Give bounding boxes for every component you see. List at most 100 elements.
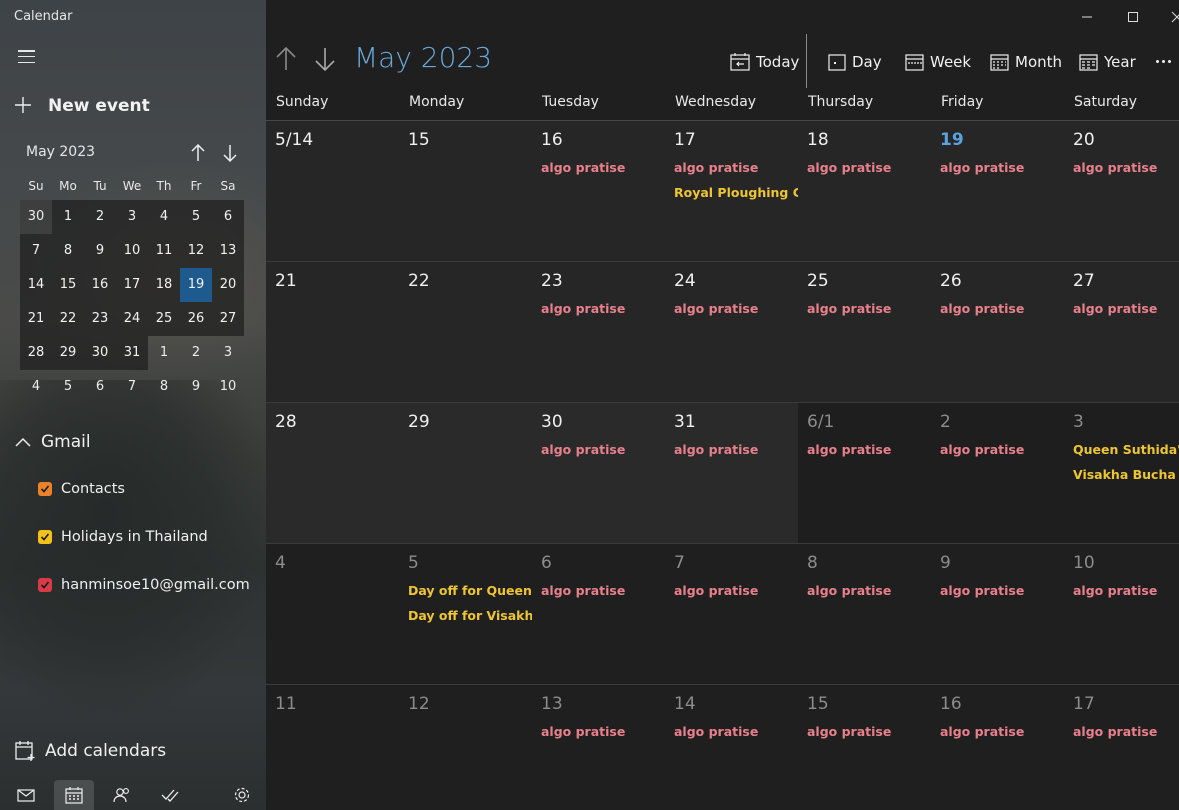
mini-calendar-day[interactable]: 16 (84, 268, 116, 302)
people-icon[interactable] (102, 780, 142, 810)
settings-gear-icon[interactable] (222, 780, 262, 810)
event-item[interactable]: algo pratise (940, 301, 1024, 316)
day-cell[interactable]: 18 algo pratise (798, 121, 931, 261)
mini-calendar-day[interactable]: 30 (20, 200, 52, 234)
mini-calendar-day[interactable]: 5 (180, 200, 212, 234)
day-cell[interactable]: 5/14 (266, 121, 399, 261)
day-cell[interactable]: 21 (266, 262, 399, 402)
mini-calendar-day[interactable]: 24 (116, 302, 148, 336)
calendar-toggle[interactable]: Contacts (38, 481, 125, 497)
day-cell[interactable]: 28 (266, 403, 399, 543)
mini-calendar-day[interactable]: 30 (84, 336, 116, 370)
mini-calendar-day[interactable]: 3 (116, 200, 148, 234)
day-cell[interactable]: 27 algo pratise (1064, 262, 1179, 402)
day-cell[interactable]: 10 algo pratise (1064, 544, 1179, 684)
day-cell[interactable]: 24 algo pratise (665, 262, 798, 402)
calendar-toggle[interactable]: Holidays in Thailand (38, 529, 208, 545)
day-cell[interactable]: 17 algo pratise Royal Ploughing Ce (665, 121, 798, 261)
mini-calendar-day[interactable]: 12 (180, 234, 212, 268)
event-item[interactable]: algo pratise (674, 583, 758, 598)
day-cell[interactable]: 16 algo pratise (532, 121, 665, 261)
mini-next-month-arrow-down-icon[interactable] (220, 142, 240, 164)
event-item[interactable]: algo pratise (1073, 583, 1157, 598)
mini-calendar-day[interactable]: 8 (52, 234, 84, 268)
day-cell[interactable]: 8 algo pratise (798, 544, 931, 684)
mini-prev-month-arrow-up-icon[interactable] (188, 142, 208, 164)
day-cell[interactable]: 23 algo pratise (532, 262, 665, 402)
more-options-icon[interactable] (1152, 52, 1174, 70)
mini-calendar-day[interactable]: 27 (212, 302, 244, 336)
day-cell[interactable]: 20 algo pratise (1064, 121, 1179, 261)
day-cell[interactable]: 7 algo pratise (665, 544, 798, 684)
event-item[interactable]: algo pratise (940, 160, 1024, 175)
day-cell[interactable]: 16 algo pratise (931, 685, 1064, 810)
event-item[interactable]: Day off for Queen S (408, 583, 532, 598)
mini-calendar-day[interactable]: 6 (212, 200, 244, 234)
day-cell[interactable]: 30 algo pratise (532, 403, 665, 543)
calendar-toggle[interactable]: hanminsoe10@gmail.com (38, 577, 250, 593)
month-view-button[interactable]: Month (990, 51, 1062, 73)
mini-calendar-day[interactable]: 19 (180, 268, 212, 302)
new-event-button[interactable]: New event (14, 92, 150, 120)
day-cell[interactable]: 29 (399, 403, 532, 543)
week-view-button[interactable]: Week (905, 51, 971, 73)
today-button[interactable]: Today (730, 51, 799, 73)
mini-calendar-day[interactable]: 11 (148, 234, 180, 268)
mini-calendar-day[interactable]: 9 (84, 234, 116, 268)
event-item[interactable]: Day off for Visakha (408, 608, 532, 623)
day-cell[interactable]: 25 algo pratise (798, 262, 931, 402)
event-item[interactable]: algo pratise (674, 724, 758, 739)
close-icon[interactable] (1166, 8, 1179, 26)
year-view-button[interactable]: Year (1079, 51, 1136, 73)
checkbox-checked-icon[interactable] (38, 530, 52, 544)
month-title[interactable]: May 2023 (354, 41, 492, 74)
hamburger-menu-icon[interactable] (18, 50, 35, 64)
calendar-app-icon[interactable] (54, 780, 94, 810)
mini-calendar-day[interactable]: 20 (212, 268, 244, 302)
mini-calendar-day[interactable]: 23 (84, 302, 116, 336)
event-item[interactable]: algo pratise (940, 583, 1024, 598)
gmail-group-toggle[interactable]: Gmail (14, 432, 91, 452)
mini-calendar-title[interactable]: May 2023 (26, 144, 95, 160)
mini-calendar-day[interactable]: 2 (84, 200, 116, 234)
mini-calendar-day[interactable]: 7 (20, 234, 52, 268)
event-item[interactable]: algo pratise (807, 583, 891, 598)
mini-calendar-day[interactable]: 4 (20, 370, 52, 404)
event-item[interactable]: algo pratise (674, 442, 758, 457)
mini-calendar-day[interactable]: 1 (148, 336, 180, 370)
mini-calendar-day[interactable]: 8 (148, 370, 180, 404)
day-cell[interactable]: 6/1 algo pratise (798, 403, 931, 543)
day-cell[interactable]: 31 algo pratise (665, 403, 798, 543)
day-cell[interactable]: 14 algo pratise (665, 685, 798, 810)
minimize-icon[interactable] (1076, 8, 1098, 26)
mini-calendar-day[interactable]: 17 (116, 268, 148, 302)
day-cell[interactable]: 6 algo pratise (532, 544, 665, 684)
mini-calendar-day[interactable]: 9 (180, 370, 212, 404)
mini-calendar-day[interactable]: 26 (180, 302, 212, 336)
event-item[interactable]: algo pratise (541, 160, 625, 175)
event-item[interactable]: algo pratise (807, 301, 891, 316)
event-item[interactable]: algo pratise (940, 442, 1024, 457)
todo-check-icon[interactable] (150, 780, 190, 810)
day-cell[interactable]: 15 (399, 121, 532, 261)
event-item[interactable]: algo pratise (1073, 724, 1157, 739)
event-item[interactable]: Queen Suthida's B (1073, 442, 1179, 457)
event-item[interactable]: algo pratise (674, 160, 758, 175)
next-arrow-down-icon[interactable] (313, 46, 337, 72)
mini-calendar-day[interactable]: 7 (116, 370, 148, 404)
mini-calendar-day[interactable]: 15 (52, 268, 84, 302)
mini-calendar-day[interactable]: 25 (148, 302, 180, 336)
event-item[interactable]: algo pratise (807, 442, 891, 457)
mini-calendar-day[interactable]: 2 (180, 336, 212, 370)
event-item[interactable]: algo pratise (1073, 301, 1157, 316)
checkbox-checked-icon[interactable] (38, 578, 52, 592)
event-item[interactable]: algo pratise (1073, 160, 1157, 175)
event-item[interactable]: Visakha Bucha (1073, 467, 1176, 482)
add-calendars-button[interactable]: Add calendars (14, 740, 166, 762)
mini-calendar-day[interactable]: 13 (212, 234, 244, 268)
mini-calendar-day[interactable]: 31 (116, 336, 148, 370)
day-view-button[interactable]: Day (828, 51, 882, 73)
mini-calendar-day[interactable]: 29 (52, 336, 84, 370)
mini-calendar-day[interactable]: 6 (84, 370, 116, 404)
maximize-icon[interactable] (1122, 8, 1144, 26)
